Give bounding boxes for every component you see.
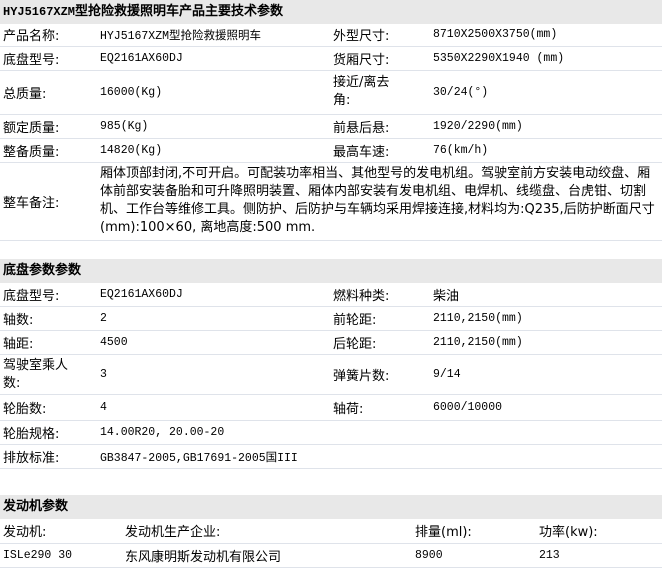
chassis-label: 驾驶室乘人数: [0, 354, 97, 395]
chassis-label: 燃料种类: [330, 282, 430, 307]
table-row: 产品名称: HYJ5167XZM型抢险救援照明车 外型尺寸: 8710X2500… [0, 24, 662, 47]
spec-label: 产品名称: [0, 24, 97, 47]
spec-value: 14820(Kg) [97, 138, 330, 163]
chassis-label: 底盘型号: [0, 282, 97, 307]
chassis-value: 3 [97, 354, 330, 395]
note-text: 厢体顶部封闭,不可开启。可配装功率相当、其他型号的发电机组。驾驶室前方安装电动绞… [97, 162, 662, 241]
spec-title-code: HYJ5167XZM [3, 5, 76, 19]
spec-value: 76(km/h) [430, 138, 662, 163]
spec-value: 5350X2290X1940 (mm) [430, 46, 662, 71]
chassis-label: 排放标准: [0, 444, 97, 469]
table-row: 底盘型号: EQ2161AX60DJ 货厢尺寸: 5350X2290X1940 … [0, 46, 662, 71]
engine-table: 发动机: 发动机生产企业: 排量(ml): 功率(kw): ISLe290 30… [0, 519, 662, 568]
table-row: 整备质量: 14820(Kg) 最高车速: 76(km/h) [0, 138, 662, 163]
engine-value: 213 [536, 543, 662, 568]
table-row: 额定质量: 985(Kg) 前悬后悬: 1920/2290(mm) [0, 114, 662, 139]
spec-title-text: 型抢险救援照明车产品主要技术参数 [75, 4, 284, 19]
chassis-label: 弹簧片数: [330, 354, 430, 395]
chassis-label: 轴数: [0, 306, 97, 331]
spec-label: 前悬后悬: [330, 114, 430, 139]
chassis-table: 底盘型号: EQ2161AX60DJ 燃料种类: 柴油 轴数: 2 前轮距: 2… [0, 282, 662, 469]
table-row: 轮胎规格: 14.00R20, 20.00-20 [0, 420, 662, 445]
chassis-value: 14.00R20, 20.00-20 [97, 420, 330, 445]
chassis-label: 轴荷: [330, 394, 430, 421]
chassis-value: 4500 [97, 330, 330, 355]
spec-label: 最高车速: [330, 138, 430, 163]
chassis-value: 2 [97, 306, 330, 331]
engine-value: 8900 [412, 543, 536, 568]
chassis-title: 底盘参数参数 [0, 258, 662, 283]
table-row: 底盘型号: EQ2161AX60DJ 燃料种类: 柴油 [0, 282, 662, 307]
spec-title: HYJ5167XZM型抢险救援照明车产品主要技术参数 [0, 0, 662, 24]
spec-value: 8710X2500X3750(mm) [430, 24, 662, 47]
spec-value: HYJ5167XZM型抢险救援照明车 [97, 24, 330, 47]
table-row: 发动机: 发动机生产企业: 排量(ml): 功率(kw): [0, 519, 662, 544]
engine-title: 发动机参数 [0, 495, 662, 519]
table-row: 轴数: 2 前轮距: 2110,2150(mm) [0, 306, 662, 331]
chassis-value: 9/14 [430, 354, 662, 395]
table-row: 总质量: 16000(Kg) 接近/离去角: 30/24(°) [0, 70, 662, 115]
chassis-label: 轮胎数: [0, 394, 97, 421]
chassis-value: 6000/10000 [430, 394, 662, 421]
spec-value: 16000(Kg) [97, 70, 330, 115]
spec-label: 额定质量: [0, 114, 97, 139]
engine-value: ISLe290 30 [0, 543, 122, 568]
chassis-label: 轮胎规格: [0, 420, 97, 445]
spec-value: 1920/2290(mm) [430, 114, 662, 139]
engine-header: 发动机生产企业: [122, 519, 412, 544]
chassis-label: 前轮距: [330, 306, 430, 331]
engine-header: 发动机: [0, 519, 122, 544]
spec-label: 外型尺寸: [330, 24, 430, 47]
engine-header: 功率(kw): [536, 519, 662, 544]
engine-header: 排量(ml): [412, 519, 536, 544]
table-row: 整车备注: 厢体顶部封闭,不可开启。可配装功率相当、其他型号的发电机组。驾驶室前… [0, 162, 662, 241]
engine-value: 东风康明斯发动机有限公司 [122, 543, 412, 568]
chassis-value: 2110,2150(mm) [430, 306, 662, 331]
chassis-label: 轴距: [0, 330, 97, 355]
chassis-value: 2110,2150(mm) [430, 330, 662, 355]
spec-label: 总质量: [0, 70, 97, 115]
spec-value: EQ2161AX60DJ [97, 46, 330, 71]
note-label: 整车备注: [0, 162, 97, 241]
chassis-value: GB3847-2005,GB17691-2005国III [97, 444, 330, 469]
spec-label: 整备质量: [0, 138, 97, 163]
table-row: 轴距: 4500 后轮距: 2110,2150(mm) [0, 330, 662, 355]
spec-label: 货厢尺寸: [330, 46, 430, 71]
spec-value: 30/24(°) [430, 70, 662, 115]
spec-value: 985(Kg) [97, 114, 330, 139]
spec-label: 接近/离去角: [330, 70, 430, 115]
table-row: 驾驶室乘人数: 3 弹簧片数: 9/14 [0, 354, 662, 395]
table-row: ISLe290 30 东风康明斯发动机有限公司 8900 213 [0, 543, 662, 568]
chassis-label: 后轮距: [330, 330, 430, 355]
chassis-value: 4 [97, 394, 330, 421]
table-row: 排放标准: GB3847-2005,GB17691-2005国III [0, 444, 662, 469]
spec-label: 底盘型号: [0, 46, 97, 71]
spec-table: 产品名称: HYJ5167XZM型抢险救援照明车 外型尺寸: 8710X2500… [0, 24, 662, 241]
table-row: 轮胎数: 4 轴荷: 6000/10000 [0, 394, 662, 421]
chassis-value: 柴油 [430, 282, 662, 307]
chassis-value: EQ2161AX60DJ [97, 282, 330, 307]
